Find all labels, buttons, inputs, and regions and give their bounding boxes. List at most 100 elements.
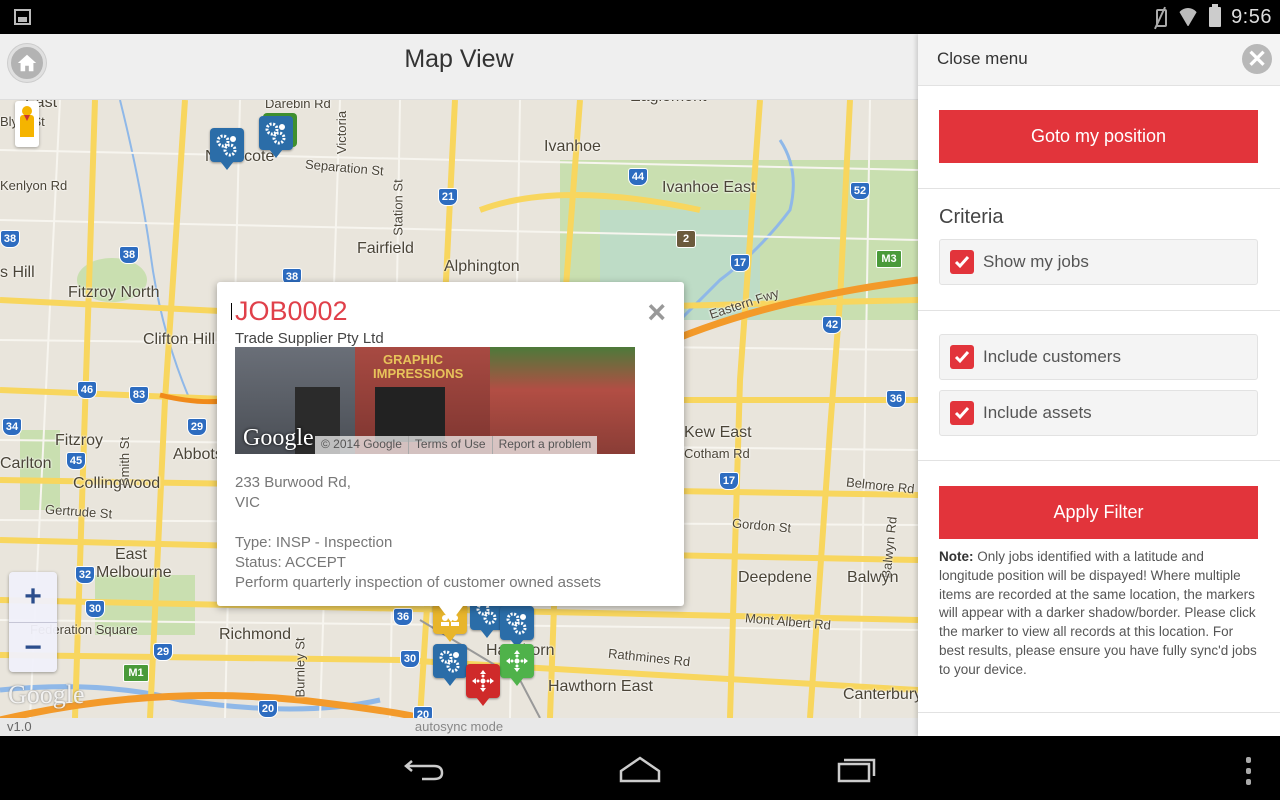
close-menu-button[interactable]: ✕	[1242, 44, 1272, 74]
note-label: Note:	[939, 549, 974, 564]
app-window: Map View East Darebin Rd Separation St V…	[0, 34, 1280, 736]
route-shield: 20	[258, 700, 278, 718]
map-label-suburb-ivanhoe: Ivanhoe	[544, 138, 601, 155]
map-label-street-station: Station St	[390, 179, 406, 236]
map-label-suburb-fitzroy-north: Fitzroy North	[68, 284, 160, 301]
map-label-suburb-carlton: Carlton	[0, 455, 52, 472]
job-marker-stacked[interactable]	[259, 116, 293, 158]
map-label-suburb-east-melbourne: East Melbourne	[96, 546, 172, 581]
map-label-suburb-hill: s Hill	[0, 264, 35, 281]
street-view-photo[interactable]: GRAPHIC IMPRESSIONS Google © 2014 Google…	[235, 347, 635, 454]
route-shield: 46	[77, 381, 97, 399]
battery-icon	[1209, 4, 1222, 27]
wifi-icon	[1177, 8, 1199, 26]
map-label-street-victoria: Victoria	[334, 110, 350, 155]
route-shield: 2	[676, 230, 696, 248]
map-label-suburb-alphington: Alphington	[444, 258, 520, 275]
route-shield: 38	[0, 230, 20, 248]
overflow-menu-button[interactable]	[1244, 757, 1252, 785]
job-id[interactable]: JOB0002	[235, 296, 348, 327]
map-label-street-cotham: Cotham Rd	[684, 446, 750, 461]
status-bar: 9:56	[0, 0, 1280, 34]
map-label-street-burnley: Burnley St	[292, 637, 308, 698]
map-label-suburb-hawthorn-east: Hawthorn East	[548, 678, 653, 695]
job-marker[interactable]	[500, 606, 534, 648]
map-label-suburb-canterbury: Canterbury	[843, 686, 918, 703]
zoom-control: + −	[9, 572, 57, 672]
apply-filter-button[interactable]: Apply Filter	[939, 486, 1258, 539]
divider	[918, 310, 1280, 311]
gears-icon	[216, 134, 237, 157]
back-button[interactable]	[400, 754, 450, 784]
home-outline-icon	[619, 756, 661, 783]
close-menu-label[interactable]: Close menu	[937, 49, 1028, 69]
include-customers-checkbox[interactable]: Include customers	[939, 334, 1258, 380]
map-label-street-darebin: Darebin Rd	[265, 100, 331, 111]
asset-marker[interactable]	[466, 664, 500, 706]
sidebar-header: Close menu ✕	[918, 34, 1280, 86]
checkbox-checked[interactable]	[950, 345, 974, 369]
home-nav-button[interactable]	[615, 754, 665, 784]
route-shield: 30	[85, 600, 105, 618]
map-label-suburb-fitzroy: Fitzroy	[55, 432, 103, 449]
checkbox-checked[interactable]	[950, 250, 974, 274]
divider	[918, 712, 1280, 713]
job-marker[interactable]	[210, 128, 244, 170]
info-close-button[interactable]: ×	[647, 296, 666, 328]
route-shield: 83	[129, 386, 149, 404]
filter-sidebar: Close menu ✕ Goto my position Criteria S…	[918, 34, 1280, 736]
clock: 9:56	[1231, 5, 1272, 28]
photo-attribution: © 2014 Google Terms of Use Report a prob…	[315, 436, 598, 454]
recent-apps-icon	[837, 758, 876, 783]
zoom-in-button[interactable]: +	[9, 572, 57, 622]
job-marker[interactable]	[433, 644, 467, 686]
route-shield: 45	[66, 452, 86, 470]
shop-sign: GRAPHIC IMPRESSIONS	[373, 352, 464, 381]
sync-mode-label: autosync mode	[414, 719, 504, 734]
route-shield: 34	[2, 418, 22, 436]
checkbox-checked[interactable]	[950, 401, 974, 425]
map-label-suburb-clifton-hill: Clifton Hill	[143, 331, 216, 348]
gears-icon	[439, 650, 460, 673]
route-shield: 17	[730, 254, 750, 272]
route-shield: 52	[850, 182, 870, 200]
back-icon	[404, 760, 444, 781]
map-label-suburb-collingwood: Collingwood	[73, 475, 161, 492]
asset-marker[interactable]	[500, 644, 534, 686]
gears-icon	[506, 612, 527, 635]
move-arrows-icon	[506, 650, 528, 672]
route-shield: 36	[886, 390, 906, 408]
map-label-suburb-fairfield: Fairfield	[357, 240, 414, 257]
include-assets-checkbox[interactable]: Include assets	[939, 390, 1258, 436]
note-text: Only jobs identified with a latitude and…	[939, 549, 1257, 677]
footer-strip: v1.0 autosync mode	[0, 718, 918, 736]
google-logo: Google	[8, 680, 85, 709]
route-shield: 36	[393, 608, 413, 626]
map-label-suburb-deepdene: Deepdene	[738, 569, 812, 586]
terms-of-use-link[interactable]: Terms of Use	[407, 436, 492, 454]
gallery-notification-icon	[14, 9, 31, 25]
zoom-out-button[interactable]: −	[9, 622, 57, 672]
report-problem-link[interactable]: Report a problem	[491, 436, 598, 454]
move-arrows-icon	[472, 670, 494, 692]
map-label-suburb-ivanhoe-east: Ivanhoe East	[662, 179, 756, 196]
route-shield: 44	[628, 168, 648, 186]
job-status: Status: ACCEPT	[235, 554, 346, 571]
checkbox-label: Include customers	[983, 347, 1121, 366]
checkmark-icon	[954, 351, 970, 364]
job-description: Perform quarterly inspection of customer…	[235, 574, 601, 591]
address-line-2: VIC	[235, 494, 261, 511]
close-icon: ✕	[1246, 45, 1268, 73]
recent-apps-button[interactable]	[832, 754, 882, 784]
map-label-suburb-balwyn: Balwyn	[847, 569, 899, 586]
route-shield: M1	[123, 664, 149, 682]
header-bar: Map View	[0, 34, 918, 100]
checkbox-label: Include assets	[983, 403, 1092, 422]
divider	[918, 188, 1280, 189]
street-view-pegman[interactable]	[15, 101, 39, 147]
address-line-1: 233 Burwood Rd,	[235, 474, 351, 491]
map-label-street-kenlyon: Kenlyon Rd	[0, 178, 68, 193]
goto-my-position-button[interactable]: Goto my position	[939, 110, 1258, 163]
show-my-jobs-checkbox[interactable]: Show my jobs	[939, 239, 1258, 285]
map-label-suburb-richmond: Richmond	[219, 626, 292, 643]
